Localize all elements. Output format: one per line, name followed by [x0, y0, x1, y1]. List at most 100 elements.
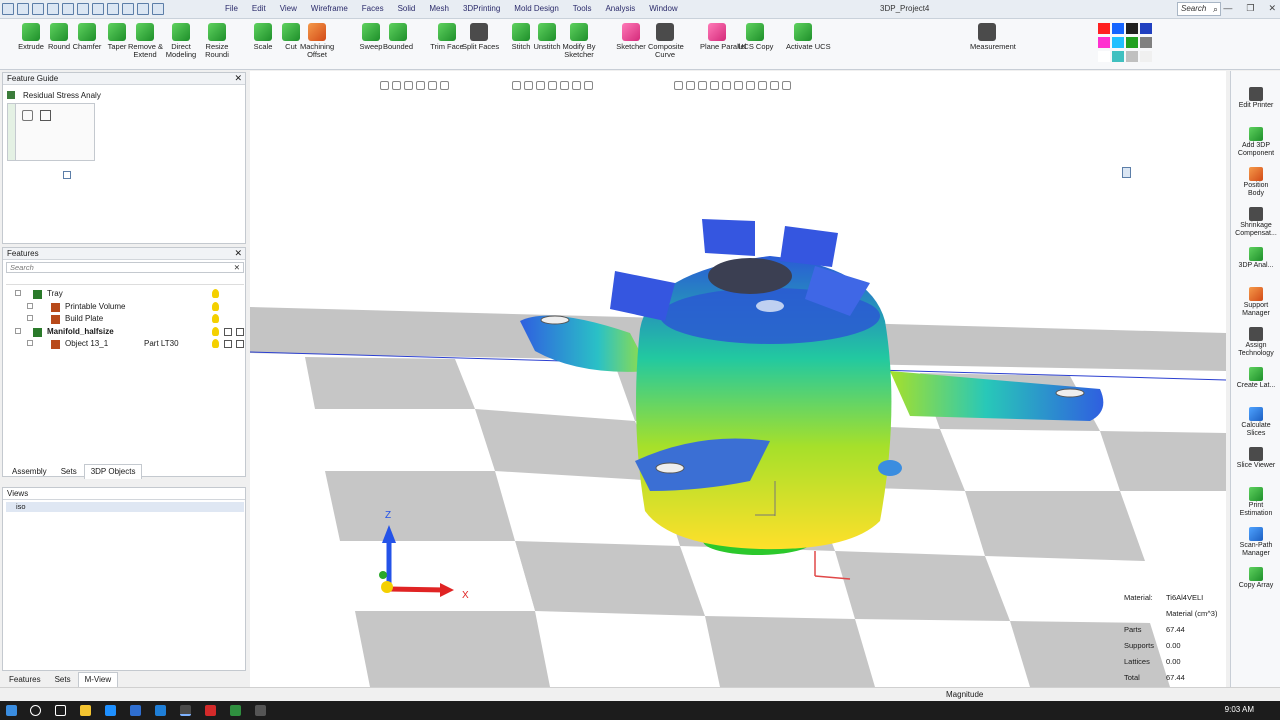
menu-item[interactable]: View [273, 3, 304, 14]
menu-item[interactable]: 3DPrinting [456, 3, 507, 14]
tab-features[interactable]: Features [2, 672, 48, 687]
tab-assembly[interactable]: Assembly [5, 464, 54, 479]
visibility-bulb-icon[interactable] [212, 289, 219, 298]
store-icon[interactable] [105, 705, 116, 716]
ribbon-button[interactable]: UCS Copy [738, 23, 773, 51]
right-toolbar-button[interactable]: Create Lat... [1231, 367, 1280, 390]
menu-item[interactable]: Mesh [422, 3, 456, 14]
ribbon-button[interactable]: Unstitch [530, 23, 564, 51]
ribbon-button[interactable]: Measurement [970, 23, 1016, 51]
task-view-icon[interactable] [55, 705, 66, 716]
ribbon-button[interactable]: Resize Roundi [200, 23, 234, 59]
menu-item[interactable]: Tools [566, 3, 599, 14]
right-toolbar-button[interactable]: Edit Printer [1231, 87, 1280, 110]
save-icon[interactable] [47, 3, 59, 15]
right-toolbar-button[interactable]: Print Estimation [1231, 487, 1280, 518]
ribbon-button[interactable]: Modify By Sketcher [562, 23, 596, 59]
guide-item-label[interactable]: Residual Stress Analy [23, 91, 101, 100]
ribbon-button[interactable]: Direct Modeling [164, 23, 198, 59]
viewport-pin-icon[interactable] [1122, 167, 1131, 178]
right-toolbar-button[interactable]: Position Body [1231, 167, 1280, 198]
color-swatch[interactable] [1098, 23, 1110, 34]
guide-action-icon[interactable] [22, 110, 33, 121]
color-swatch[interactable] [1098, 51, 1110, 62]
color-swatch[interactable] [1126, 51, 1138, 62]
expand-toggle-icon[interactable] [15, 327, 21, 334]
tab-sets[interactable]: Sets [54, 464, 84, 479]
start-icon[interactable] [6, 705, 17, 716]
minimize-icon[interactable]: — [1223, 3, 1232, 14]
visibility-bulb-icon[interactable] [212, 301, 219, 311]
expand-toggle-icon[interactable] [27, 315, 33, 321]
search-icon[interactable]: ⌕ [1213, 4, 1218, 15]
global-search-input[interactable]: Search ⌕ [1177, 2, 1221, 16]
paste-icon[interactable] [137, 3, 149, 15]
ribbon-button[interactable]: Trim Face [430, 23, 464, 51]
color-swatch[interactable] [1126, 37, 1138, 48]
close-panel-icon[interactable]: ✕ [234, 73, 242, 84]
menu-item[interactable]: Solid [391, 3, 423, 14]
ribbon-button[interactable]: Activate UCS [786, 23, 831, 51]
tab-3dp-objects[interactable]: 3DP Objects [83, 464, 143, 479]
clear-search-icon[interactable]: ✕ [234, 263, 240, 272]
color-swatch[interactable] [1126, 23, 1138, 34]
visibility-bulb-icon[interactable] [212, 314, 219, 323]
cut-icon[interactable] [107, 3, 119, 15]
tree-row[interactable]: Build Plate [5, 313, 245, 326]
features-search-input[interactable]: Search ✕ [6, 262, 244, 273]
color-swatch[interactable] [1098, 37, 1110, 48]
guide-side-tabs[interactable] [8, 104, 16, 160]
color-swatch[interactable] [1112, 23, 1124, 34]
right-toolbar-button[interactable]: Shrinkage Compensat... [1231, 207, 1280, 238]
undo-icon[interactable] [77, 3, 89, 15]
menu-item[interactable]: Faces [355, 3, 391, 14]
ribbon-button[interactable]: Chamfer [70, 23, 104, 51]
expand-toggle-icon[interactable] [27, 340, 33, 346]
outlook-icon[interactable] [130, 705, 141, 716]
tab-sets[interactable]: Sets [48, 672, 78, 687]
hide-icon[interactable] [236, 327, 244, 336]
menu-item[interactable]: Mold Design [507, 3, 565, 14]
color-swatch[interactable] [1112, 37, 1124, 48]
right-toolbar-button[interactable]: Calculate Slices [1231, 407, 1280, 438]
color-swatch[interactable] [1140, 23, 1152, 34]
color-swatch[interactable] [1112, 51, 1124, 62]
tree-row[interactable]: Printable Volume [5, 301, 245, 314]
menu-item[interactable]: Wireframe [304, 3, 355, 14]
restore-icon[interactable]: ❐ [1246, 3, 1254, 14]
print-icon[interactable] [62, 3, 74, 15]
expand-toggle-icon[interactable] [27, 302, 33, 309]
right-toolbar-button[interactable]: Assign Technology [1231, 327, 1280, 358]
ribbon-button[interactable]: Composite Curve [648, 23, 684, 59]
app-logo-icon[interactable] [2, 3, 14, 15]
ribbon-button[interactable]: Plane Parallel [700, 23, 746, 51]
open-file-icon[interactable] [32, 3, 44, 15]
color-swatch[interactable] [1140, 51, 1152, 62]
view-item-iso[interactable]: iso [6, 502, 244, 512]
cortana-icon[interactable] [30, 705, 41, 716]
other-app-icon[interactable] [255, 705, 266, 716]
hide-icon[interactable] [236, 340, 244, 348]
tab-m-view[interactable]: M-View [77, 672, 119, 687]
expand-toggle-icon[interactable] [15, 290, 21, 296]
color-swatch[interactable] [1140, 37, 1152, 48]
ribbon-button[interactable]: Split Faces [462, 23, 499, 51]
color-palette[interactable] [1098, 23, 1156, 63]
close-icon[interactable]: ✕ [1268, 3, 1276, 14]
close-features-icon[interactable]: ✕ [234, 248, 242, 259]
tree-row[interactable]: Object 13_1 Part LT30 [5, 338, 245, 351]
app-taskbar-icon[interactable] [180, 705, 191, 716]
right-toolbar-button[interactable]: Add 3DP Component [1231, 127, 1280, 158]
right-toolbar-button[interactable]: Slice Viewer [1231, 447, 1280, 470]
edge-icon[interactable] [155, 705, 166, 716]
right-toolbar-button[interactable]: Scan-Path Manager [1231, 527, 1280, 558]
tree-row[interactable]: Manifold_halfsize [5, 326, 245, 339]
visibility-bulb-icon[interactable] [212, 339, 219, 348]
redo-icon[interactable] [92, 3, 104, 15]
frame-icon[interactable] [224, 340, 232, 348]
cad-icon[interactable] [230, 705, 241, 716]
right-toolbar-button[interactable]: Support Manager [1231, 287, 1280, 318]
menu-item[interactable]: Edit [245, 3, 273, 14]
menu-item[interactable]: Analysis [598, 3, 642, 14]
ribbon-button[interactable]: Machining Offset [300, 23, 334, 59]
